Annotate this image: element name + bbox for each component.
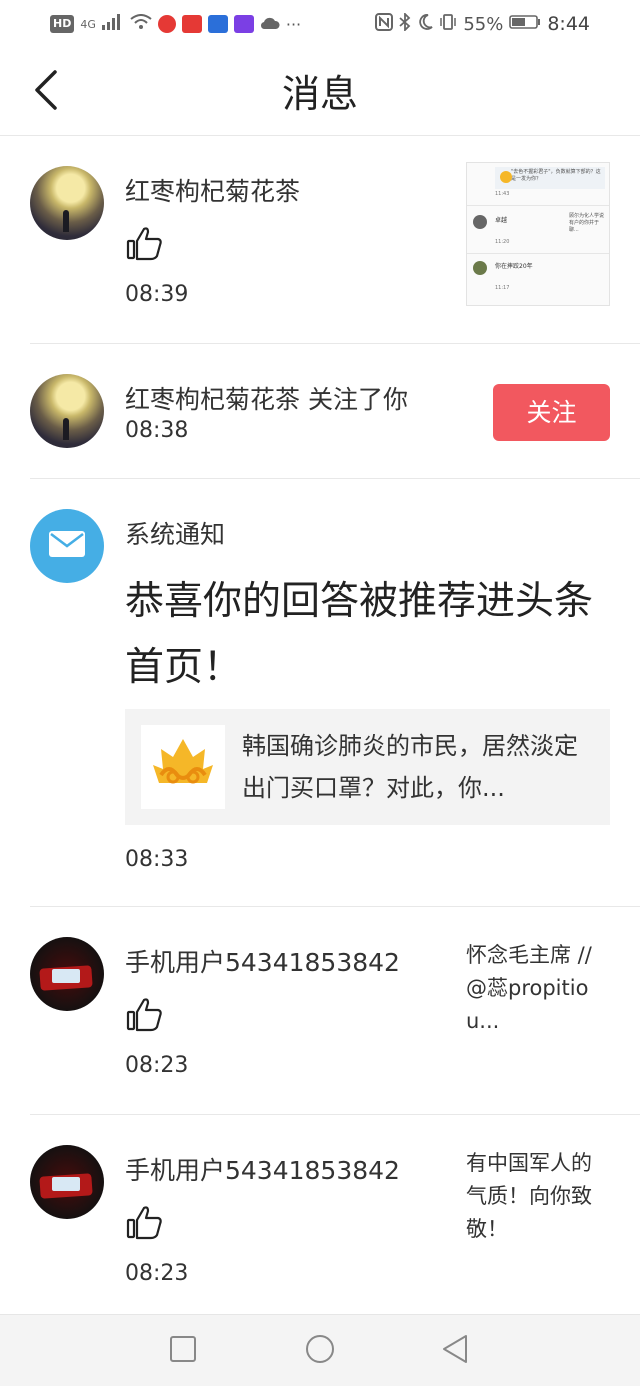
home-button[interactable] [302,1333,338,1369]
baidu-notification-icon [207,15,228,33]
thumbnail-name: 你在摔跤20年 [495,263,533,270]
avatar-card-shape [52,969,80,983]
comment-preview[interactable]: 有中国军人的气质！向你致敬！ [466,1147,606,1246]
message-time: 08:23 [125,1053,189,1078]
status-bar-right: 55% 8:44 [375,11,590,36]
signal-icon [101,13,124,35]
status-time: 8:44 [547,13,590,35]
message-time: 08:39 [125,282,189,307]
avatar[interactable] [30,937,104,1011]
page-title: 消息 [281,72,358,116]
message-item-follow[interactable]: 红枣枸杞菊花茶 关注了你 08:38 关注 [30,344,640,479]
news-headline: 韩国确诊肺炎的市民，居然淡定出门买口罩？对此，你... [242,732,578,802]
user-name[interactable]: 红枣枸杞菊花茶 [125,172,300,208]
post-thumbnail[interactable]: "去色不握彩君子"，负数就算下部的？这是一发为你？ 11:43 卓越 11:20… [466,162,610,306]
avatar[interactable] [30,1145,104,1219]
message-item-like[interactable]: 红枣枸杞菊花茶 08:39 "去色不握彩君子"，负数就算下部的？这是一发为你？ … [30,136,640,344]
status-bar: HD 4G ··· 55% 8:44 [0,0,640,48]
thumbnail-avatar [473,261,487,275]
wifi-icon [130,13,152,35]
sender-name: 系统通知 [125,520,226,549]
thumbnail-time: 11:17 [495,285,510,291]
thumbnail-avatar [473,215,487,229]
avatar-figure [63,210,69,232]
more-notifications-icon: ··· [285,14,302,34]
battery-icon [509,14,541,35]
thumbnail-name: 卓越 [495,217,508,224]
avatar-figure [63,418,69,440]
triangle-back-icon [440,1333,470,1369]
follow-action: 关注了你 [307,385,408,414]
recent-apps-button[interactable] [165,1333,201,1369]
user-name[interactable]: 手机用户54341853842 [125,1151,400,1187]
news-card[interactable]: 韩国确诊肺炎的市民，居然淡定出门买口罩？对此，你... [125,709,610,825]
network-type: 4G [80,17,96,31]
message-item-like[interactable]: 手机用户54341853842 08:23 有中国军人的气质！向你致敬！ [30,1115,640,1314]
moon-icon [417,13,433,36]
follow-text: 红枣枸杞菊花茶 关注了你 [125,380,408,416]
square-icon [169,1335,197,1367]
user-name[interactable]: 红枣枸杞菊花茶 [125,385,300,414]
m-app-notification-icon [233,15,254,33]
circle-icon [304,1333,336,1369]
nfc-icon [375,12,394,36]
cloud-icon [260,14,280,35]
thumbs-up-icon [125,995,165,1035]
toutiao-cloud-logo-icon [147,735,219,799]
system-nav-bar [0,1314,640,1386]
thumbnail-logo-icon [500,171,512,183]
status-bar-left: HD 4G ··· [50,13,302,35]
thumbnail-time: 11:20 [495,239,510,245]
news-logo [141,725,225,809]
thumbnail-side-text: 顾尔为化人学说有户的你并于聊... [569,213,605,233]
hd-badge: HD [50,15,75,33]
message-time: 08:23 [125,1261,189,1286]
bluetooth-icon [399,11,411,36]
avatar[interactable] [30,166,104,240]
message-time: 08:33 [125,847,189,872]
notice-title: 恭喜你的回答被推荐进头条首页！ [125,579,594,690]
avatar[interactable] [30,374,104,448]
user-name[interactable]: 手机用户54341853842 [125,943,400,979]
thumbnail-time: 11:43 [495,191,510,197]
message-item-like[interactable]: 手机用户54341853842 08:23 怀念毛主席 //@蕊propitio… [30,907,640,1115]
app-notification-icon [157,15,176,33]
avatar-card-shape [52,1177,80,1191]
thumbs-up-icon [125,224,165,264]
header: 消息 [0,48,640,136]
thumbnail-divider [467,205,609,206]
avatar [30,509,104,583]
battery-percent: 55% [463,13,504,35]
vibrate-icon [439,13,457,36]
mail-icon [48,530,86,562]
toutiao-notification-icon [181,15,202,33]
thumbs-up-icon [125,1203,165,1243]
back-nav-button[interactable] [437,1333,473,1369]
message-item-system[interactable]: 系统通知 恭喜你的回答被推荐进头条首页！ 韩国确诊肺炎的市民，居然淡定出门买口罩… [30,479,640,907]
comment-preview[interactable]: 怀念毛主席 //@蕊propitiou... [466,939,606,1038]
follow-button[interactable]: 关注 [493,384,610,441]
message-time: 08:38 [125,418,189,443]
thumbnail-divider [467,253,609,254]
